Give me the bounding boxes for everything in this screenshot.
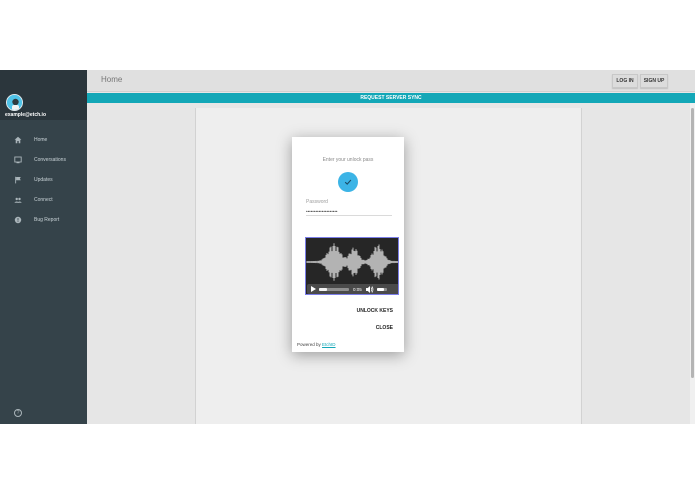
volume-button[interactable]: [365, 285, 374, 293]
sidebar-item-label: Conversations: [34, 157, 66, 163]
play-icon: [310, 286, 316, 292]
request-server-sync-button[interactable]: REQUEST SERVER SYNC: [87, 93, 695, 103]
sidebar-header: example@etch.io: [0, 70, 87, 120]
seek-progress: [319, 287, 327, 291]
sidebar: example@etch.io Home Conversations Updat…: [0, 70, 87, 424]
top-bar: Home LOG IN SIGN UP: [87, 70, 695, 92]
flag-icon: [14, 176, 22, 184]
scrollbar[interactable]: [690, 103, 695, 424]
sidebar-item-label: Connect: [34, 197, 53, 203]
powered-by: Powered by EtchID: [297, 342, 336, 347]
audio-player[interactable]: 0:05: [305, 237, 399, 295]
bug-icon: [14, 216, 22, 224]
play-button[interactable]: [310, 285, 316, 293]
user-email: example@etch.io: [5, 112, 47, 118]
unlock-prompt: Enter your unlock pass: [322, 157, 374, 163]
scrollbar-thumb[interactable]: [691, 108, 694, 378]
sidebar-nav: Home Conversations Updates Connect Bug R…: [0, 130, 87, 230]
seek-slider[interactable]: [319, 287, 349, 291]
audio-time: 0:05: [353, 286, 362, 292]
inbox-icon: [14, 156, 22, 164]
login-button[interactable]: LOG IN: [612, 74, 638, 88]
page-title: Home: [101, 75, 123, 84]
sidebar-item-connect[interactable]: Connect: [0, 190, 87, 210]
waveform-visual: [306, 243, 398, 281]
password-field[interactable]: [306, 207, 392, 216]
sidebar-item-updates[interactable]: Updates: [0, 170, 87, 190]
unlock-dialog: Enter your unlock pass Password 0:05 UNL…: [292, 137, 404, 352]
people-icon: [14, 196, 22, 204]
volume-icon: [365, 285, 374, 293]
password-label: Password: [306, 199, 328, 205]
check-icon: [344, 179, 352, 185]
brand-link[interactable]: EtchID: [322, 342, 336, 347]
signup-button[interactable]: SIGN UP: [640, 74, 668, 88]
user-avatar-icon: [7, 95, 22, 110]
home-icon: [14, 136, 22, 144]
audio-controls: 0:05: [307, 284, 398, 294]
sidebar-item-label: Updates: [34, 177, 53, 183]
volume-level: [376, 287, 384, 291]
close-button[interactable]: CLOSE: [376, 325, 393, 331]
volume-slider[interactable]: [376, 287, 387, 291]
sidebar-item-label: Home: [34, 137, 48, 143]
avatar[interactable]: [6, 94, 23, 111]
check-badge: [338, 172, 358, 192]
unlock-keys-button[interactable]: UNLOCK KEYS: [357, 308, 393, 314]
help-icon[interactable]: ?: [14, 409, 22, 417]
sidebar-item-bug-report[interactable]: Bug Report: [0, 210, 87, 230]
sidebar-item-home[interactable]: Home: [0, 130, 87, 150]
sidebar-item-label: Bug Report: [34, 217, 60, 223]
sidebar-item-conversations[interactable]: Conversations: [0, 150, 87, 170]
powered-by-text: Powered by: [297, 342, 321, 347]
